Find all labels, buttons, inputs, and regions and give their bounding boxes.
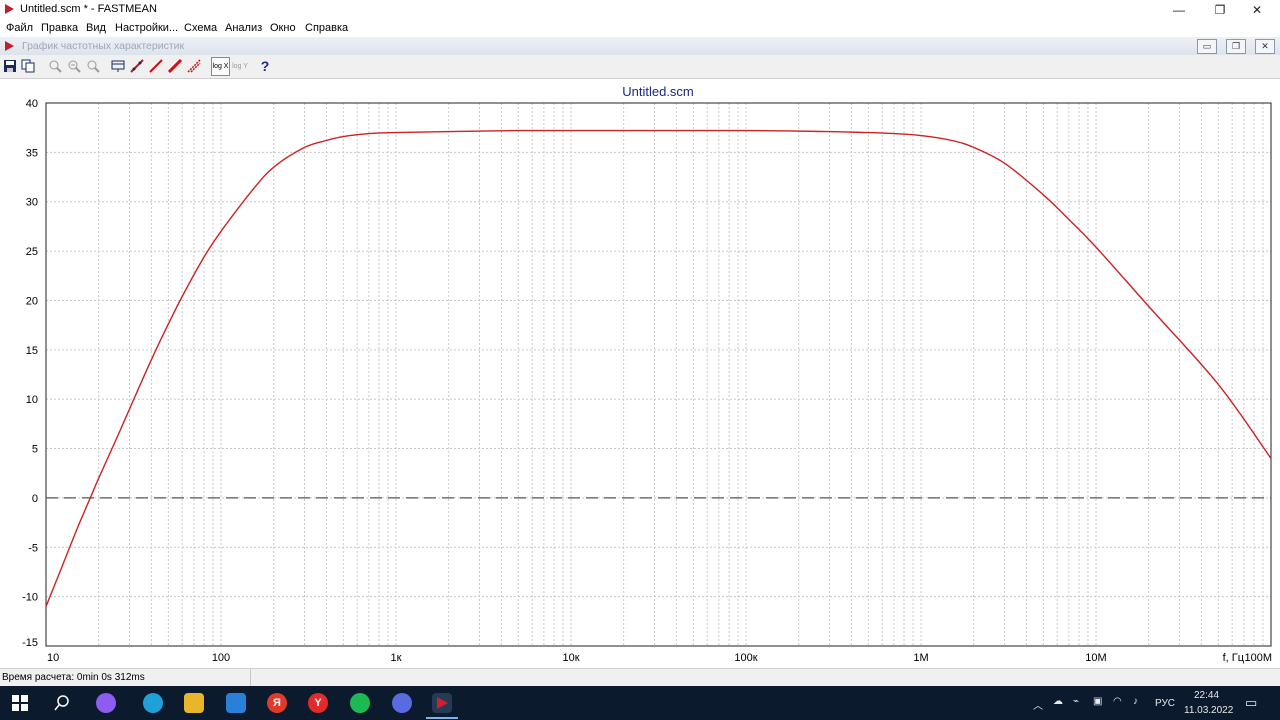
language-indicator[interactable]: РУС	[1155, 698, 1175, 709]
y-tick-label: -10	[22, 592, 38, 604]
x-tick-label: 10M	[1085, 652, 1106, 664]
chart-title: Untitled.scm	[622, 84, 694, 99]
chart-area: Untitled.scm 40 35 30 25 20 15 10 5 0 -5 -10 -15 10…	[0, 79, 1280, 667]
y-tick-label: -15	[22, 637, 38, 649]
menu-window[interactable]: Окно	[270, 22, 296, 34]
action-center-icon[interactable]: ▭	[1245, 695, 1257, 711]
child-window-icon	[4, 40, 15, 55]
alice-assistant-icon[interactable]	[96, 693, 116, 713]
calc-time-status: Время расчета: 0min 0s 312ms	[2, 672, 145, 683]
clock-time[interactable]: 22:44	[1194, 690, 1219, 701]
status-divider	[250, 669, 251, 687]
volume-icon[interactable]: ♪	[1133, 696, 1138, 707]
grid-lines-icon[interactable]	[185, 57, 203, 75]
save-icon[interactable]	[1, 57, 19, 75]
line-style-icon[interactable]	[147, 57, 165, 75]
child-close-button[interactable]: ✕	[1255, 39, 1275, 54]
fastmean-taskbar-icon[interactable]	[432, 693, 452, 713]
file-explorer-icon[interactable]	[184, 693, 204, 713]
menu-bar: Файл Правка Вид Настройки... Схема Анали…	[0, 19, 1280, 37]
x-tick-label: 100к	[734, 652, 757, 664]
x-tick-label: 100M	[1244, 652, 1272, 664]
menu-edit[interactable]: Правка	[41, 22, 78, 34]
close-button[interactable]: ✕	[1234, 0, 1280, 19]
plot-frame	[45, 102, 1272, 647]
child-window-title: График частотных характеристик	[22, 40, 185, 52]
clock-date[interactable]: 11.03.2022	[1184, 705, 1233, 716]
zoom-in-icon[interactable]	[65, 57, 83, 75]
active-app-indicator	[426, 717, 458, 719]
title-bar: Untitled.scm * - FASTMEAN — ❐ ✕	[0, 0, 1280, 19]
y-tick-label: 25	[26, 246, 38, 258]
child-restore-button[interactable]: ❐	[1226, 39, 1246, 54]
menu-settings[interactable]: Настройки...	[115, 22, 178, 34]
y-tick-label: 30	[26, 197, 38, 209]
y-tick-label: 5	[32, 444, 38, 456]
x-axis-label: f, Гц	[1223, 652, 1245, 664]
status-bar: Время расчета: 0min 0s 312ms	[0, 668, 1280, 687]
taskbar: Я Y ︿ ☁ ⌁ ▣ ◠ ♪ РУС 22:44 11.03.2022 ▭	[0, 686, 1280, 720]
mail-icon[interactable]	[226, 693, 246, 713]
menu-file[interactable]: Файл	[6, 22, 33, 34]
y-tick-label: 10	[26, 394, 38, 406]
discord-icon[interactable]	[392, 693, 412, 713]
window-title: Untitled.scm * - FASTMEAN	[20, 3, 157, 15]
child-minimize-button[interactable]: ▭	[1197, 39, 1217, 54]
help-button[interactable]: ?	[256, 57, 274, 75]
y-tick-label: -5	[28, 542, 38, 554]
app-icon	[4, 3, 15, 15]
marker-line-icon[interactable]	[128, 57, 146, 75]
copy-icon[interactable]	[19, 57, 37, 75]
zoom-out-icon[interactable]	[84, 57, 102, 75]
menu-analysis[interactable]: Анализ	[225, 22, 262, 34]
y-tick-label: 20	[26, 295, 38, 307]
search-icon[interactable]	[52, 693, 72, 713]
menu-help[interactable]: Справка	[305, 22, 348, 34]
y-tick-label: 35	[26, 147, 38, 159]
yandex-icon[interactable]: Я	[267, 693, 287, 713]
log-y-button[interactable]: log Y	[231, 57, 249, 75]
yandex-browser-icon[interactable]: Y	[308, 693, 328, 713]
thick-line-icon[interactable]	[166, 57, 184, 75]
toolbar: log X log Y ?	[0, 55, 1280, 79]
x-tick-label: 100	[212, 652, 230, 664]
frequency-response-chart: Untitled.scm 40 35 30 25 20 15 10 5 0 -5 -10 -15 10…	[22, 84, 1272, 664]
y-tick-label: 15	[26, 345, 38, 357]
y-tick-label: 0	[32, 493, 38, 505]
usb-icon[interactable]: ⌁	[1073, 696, 1079, 707]
weather-cloud-icon[interactable]: ☁	[1053, 696, 1063, 707]
x-tick-label: 10к	[562, 652, 579, 664]
y-tick-label: 40	[26, 98, 38, 110]
start-windows-icon[interactable]	[10, 693, 30, 713]
tray-chevron-icon[interactable]: ︿	[1033, 697, 1043, 712]
edge-browser-icon[interactable]	[143, 693, 163, 713]
x-tick-label: 1к	[391, 652, 402, 664]
menu-view[interactable]: Вид	[86, 22, 106, 34]
menu-schema[interactable]: Схема	[184, 22, 217, 34]
wifi-icon[interactable]: ◠	[1113, 696, 1122, 707]
zoom-icon[interactable]	[46, 57, 64, 75]
log-x-button[interactable]: log X	[211, 57, 230, 76]
cursor-table-icon[interactable]	[109, 57, 127, 75]
x-tick-label: 10	[47, 652, 59, 664]
x-tick-label: 1M	[913, 652, 928, 664]
child-window-bar: График частотных характеристик ▭ ❐ ✕	[0, 37, 1280, 55]
notification-app-icon[interactable]: ▣	[1093, 696, 1102, 707]
minimize-button[interactable]: —	[1156, 0, 1202, 19]
spotify-icon[interactable]	[350, 693, 370, 713]
